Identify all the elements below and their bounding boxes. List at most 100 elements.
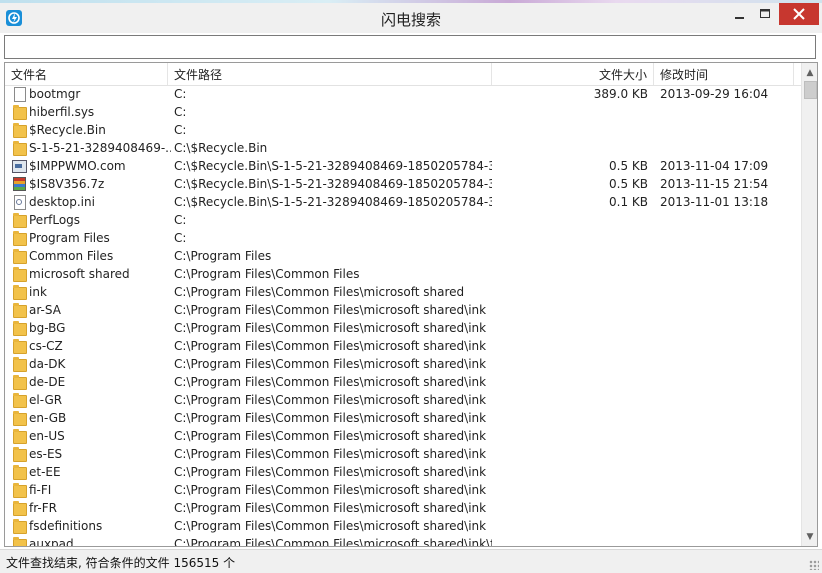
file-path: C: <box>174 87 187 101</box>
title-bar[interactable]: 闪电搜索 <box>0 3 822 33</box>
file-name: el-GR <box>29 393 63 407</box>
folder-icon <box>12 122 27 138</box>
file-path: C: <box>174 105 187 119</box>
list-rows: bootmgr C: 389.0 KB 2013-09-29 16:04 hiberfi… <box>5 85 801 547</box>
close-button[interactable] <box>779 3 819 25</box>
maximize-icon <box>760 9 770 18</box>
file-path: C:\Program Files\Common Files\microsoft … <box>174 393 487 407</box>
folder-icon <box>12 536 27 546</box>
file-list[interactable]: 文件名 文件路径 文件大小 修改时间 bootmgr C: 389.0 KB 2013… <box>4 62 818 547</box>
file-modified-time: 2013-11-04 17:09 <box>660 159 769 173</box>
list-item[interactable]: ar-SA C:\Program Files\Common Files\micro… <box>5 301 801 319</box>
file-size: 389.0 KB <box>593 87 648 101</box>
file-name: Common Files <box>29 249 114 263</box>
list-item[interactable]: $IS8V356.7z C:\$Recycle.Bin\S-1-5-21-3289… <box>5 175 801 193</box>
file-name: bootmgr <box>29 87 81 101</box>
scroll-up-arrow-icon[interactable]: ▲ <box>802 65 817 81</box>
minimize-button[interactable] <box>726 3 752 25</box>
file-name: $IS8V356.7z <box>29 177 105 191</box>
folder-icon <box>12 518 27 534</box>
file-path: C:\Program Files\Common Files\microsoft … <box>174 537 492 547</box>
minimize-icon <box>735 17 744 19</box>
column-header-size[interactable]: 文件大小 <box>492 63 654 85</box>
file-name: S-1-5-21-3289408469-... <box>29 141 171 155</box>
list-item[interactable]: el-GR C:\Program Files\Common Files\micro… <box>5 391 801 409</box>
folder-icon <box>12 464 27 480</box>
list-item[interactable]: en-GB C:\Program Files\Common Files\micro… <box>5 409 801 427</box>
file-size: 0.1 KB <box>609 195 648 209</box>
file-path: C: <box>174 231 187 245</box>
file-path: C: <box>174 213 187 227</box>
settings-file-icon <box>12 194 26 210</box>
list-item[interactable]: fi-FI C:\Program Files\Common Files\micro… <box>5 481 801 499</box>
list-item[interactable]: Program Files C: <box>5 229 801 247</box>
file-size: 0.5 KB <box>609 177 648 191</box>
list-item[interactable]: bootmgr C: 389.0 KB 2013-09-29 16:04 <box>5 85 801 103</box>
list-item[interactable]: en-US C:\Program Files\Common Files\micro… <box>5 427 801 445</box>
folder-icon <box>12 428 27 444</box>
file-name: $IMPPWMO.com <box>29 159 126 173</box>
list-item[interactable]: hiberfil.sys C: <box>5 103 801 121</box>
file-path: C:\Program Files <box>174 249 272 263</box>
status-text: 文件查找结束, 符合条件的文件 156515 个 <box>6 556 236 570</box>
file-path: C:\$Recycle.Bin\S-1-5-21-3289408469-1850… <box>174 177 492 191</box>
vertical-scrollbar[interactable]: ▲ ▼ <box>801 63 817 546</box>
folder-icon <box>12 374 27 390</box>
list-item[interactable]: fsdefinitions C:\Program Files\Common Fil… <box>5 517 801 535</box>
file-path: C:\Program Files\Common Files\microsoft … <box>174 519 487 533</box>
scroll-down-arrow-icon[interactable]: ▼ <box>802 529 817 545</box>
list-item[interactable]: cs-CZ C:\Program Files\Common Files\micro… <box>5 337 801 355</box>
file-path: C: <box>174 123 187 137</box>
folder-icon <box>12 500 27 516</box>
list-item[interactable]: microsoft shared C:\Program Files\Common … <box>5 265 801 283</box>
column-header-path[interactable]: 文件路径 <box>168 63 492 85</box>
file-path: C:\Program Files\Common Files\microsoft … <box>174 465 487 479</box>
folder-icon <box>12 302 27 318</box>
archive-icon <box>12 176 26 192</box>
list-item[interactable]: et-EE C:\Program Files\Common Files\micro… <box>5 463 801 481</box>
folder-icon <box>12 212 27 228</box>
file-path: C:\Program Files\Common Files\microsoft … <box>174 483 487 497</box>
folder-icon <box>12 248 27 264</box>
list-item[interactable]: es-ES C:\Program Files\Common Files\micro… <box>5 445 801 463</box>
list-item[interactable]: de-DE C:\Program Files\Common Files\micro… <box>5 373 801 391</box>
maximize-button[interactable] <box>752 3 778 25</box>
file-path: C:\Program Files\Common Files\microsoft … <box>174 321 487 335</box>
list-item[interactable]: auxpad C:\Program Files\Common Files\micr… <box>5 535 801 547</box>
file-name: PerfLogs <box>29 213 81 227</box>
file-path: C:\Program Files\Common Files\microsoft … <box>174 429 487 443</box>
file-name: fr-FR <box>29 501 57 515</box>
list-item[interactable]: ink C:\Program Files\Common Files\microso… <box>5 283 801 301</box>
status-bar: 文件查找结束, 符合条件的文件 156515 个 <box>0 549 822 573</box>
list-item[interactable]: desktop.ini C:\$Recycle.Bin\S-1-5-21-3289… <box>5 193 801 211</box>
file-name: fsdefinitions <box>29 519 103 533</box>
list-item[interactable]: Common Files C:\Program Files <box>5 247 801 265</box>
file-name: da-DK <box>29 357 66 371</box>
scrollbar-thumb[interactable] <box>804 81 817 99</box>
resize-grip-icon[interactable] <box>809 560 819 570</box>
folder-icon <box>12 284 27 300</box>
folder-icon <box>12 446 27 462</box>
file-name: auxpad <box>29 537 74 547</box>
folder-icon <box>12 104 27 120</box>
file-name: en-GB <box>29 411 67 425</box>
folder-icon <box>12 392 27 408</box>
file-path: C:\Program Files\Common Files\microsoft … <box>174 303 487 317</box>
file-path: C:\$Recycle.Bin\S-1-5-21-3289408469-1850… <box>174 195 492 209</box>
file-name: es-ES <box>29 447 63 461</box>
column-header-modified[interactable]: 修改时间 <box>654 63 794 85</box>
folder-icon <box>12 338 27 354</box>
list-item[interactable]: $IMPPWMO.com C:\$Recycle.Bin\S-1-5-21-328… <box>5 157 801 175</box>
list-item[interactable]: S-1-5-21-3289408469-... C:\$Recycle.Bin <box>5 139 801 157</box>
column-header-name[interactable]: 文件名 <box>5 63 168 85</box>
list-item[interactable]: fr-FR C:\Program Files\Common Files\micro… <box>5 499 801 517</box>
file-path: C:\Program Files\Common Files\microsoft … <box>174 339 487 353</box>
file-modified-time: 2013-11-01 13:18 <box>660 195 769 209</box>
list-header: 文件名 文件路径 文件大小 修改时间 <box>5 63 801 86</box>
list-item[interactable]: bg-BG C:\Program Files\Common Files\micro… <box>5 319 801 337</box>
search-input[interactable] <box>4 35 816 59</box>
list-item[interactable]: PerfLogs C: <box>5 211 801 229</box>
list-item[interactable]: $Recycle.Bin C: <box>5 121 801 139</box>
file-path: C:\Program Files\Common Files\microsoft … <box>174 447 487 461</box>
list-item[interactable]: da-DK C:\Program Files\Common Files\micro… <box>5 355 801 373</box>
